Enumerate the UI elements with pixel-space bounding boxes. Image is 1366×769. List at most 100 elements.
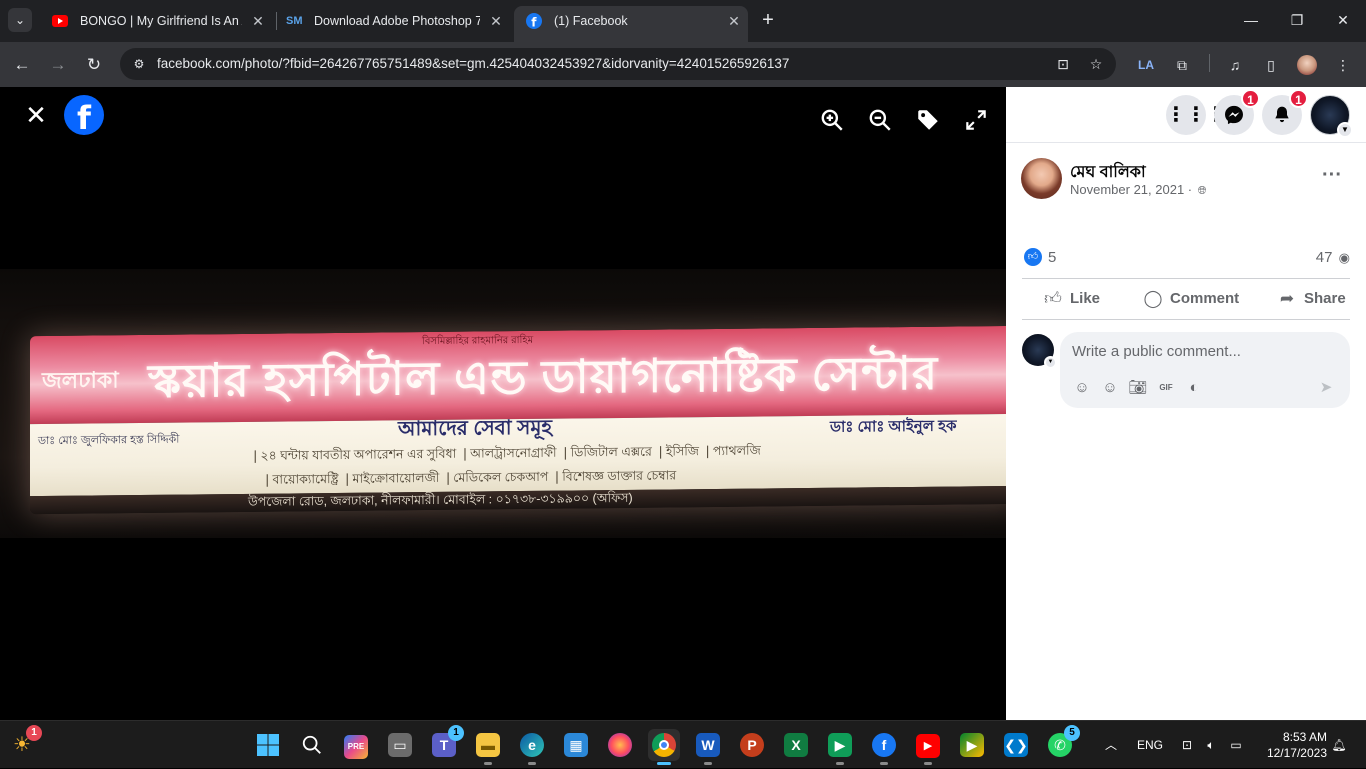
profile-avatar[interactable] — [1294, 52, 1320, 78]
excel-app[interactable]: X — [780, 729, 812, 761]
comment-input[interactable] — [1072, 340, 1332, 362]
forward-button[interactable]: → — [45, 52, 71, 78]
avatar-sticker-icon[interactable]: ☺ — [1072, 378, 1092, 398]
battery-icon[interactable]: ▭ — [1224, 721, 1248, 769]
volume-icon[interactable]: 🔈︎ — [1200, 721, 1222, 769]
comment-label: Comment — [1170, 290, 1240, 307]
post-date-text: November 21, 2021 · — [1070, 182, 1193, 197]
youtube-app[interactable]: ▶ — [912, 729, 944, 765]
side-panel-icon[interactable]: ▯ — [1258, 52, 1284, 78]
vscode-app[interactable]: ❮❯ — [1000, 729, 1032, 761]
clock-time: 8:53 AM — [1282, 730, 1327, 744]
tab-close-icon[interactable]: ✕ — [250, 6, 266, 36]
word-icon: W — [696, 733, 720, 757]
sign-address-text: উপজেলা রোড, জলঢাকা, নীলফামারী। মোবাইল : … — [248, 490, 633, 509]
network-icon[interactable]: ⊡ — [1176, 721, 1198, 769]
like-button[interactable]: 👍︎ Like — [1042, 279, 1100, 319]
thumbs-up-icon[interactable]: 👍︎ — [1024, 248, 1042, 266]
media-control-icon[interactable]: ♫ — [1222, 52, 1248, 78]
eye-icon: ◉ — [1338, 250, 1350, 265]
tab-close-icon[interactable]: ✕ — [488, 6, 504, 36]
word-app[interactable]: W — [692, 729, 724, 765]
url-text[interactable]: facebook.com/photo/?fbid=264267765751489… — [157, 48, 789, 80]
new-tab-button[interactable]: + — [758, 9, 778, 31]
tray-overflow-chevron[interactable]: ︿ — [1100, 721, 1122, 769]
arrow-left-icon: ← — [13, 55, 31, 74]
gif-icon[interactable]: GIF — [1156, 378, 1176, 398]
facebook-logo[interactable]: f — [64, 95, 104, 135]
author-avatar[interactable] — [1021, 158, 1062, 199]
zoom-out-icon[interactable] — [867, 107, 893, 133]
comment-button[interactable]: ◯ Comment — [1142, 279, 1239, 319]
restore-button[interactable]: ❐ — [1282, 8, 1312, 32]
teams-app[interactable]: T 1 — [428, 725, 464, 761]
tab-close-icon[interactable]: ✕ — [726, 6, 742, 36]
tab-photoshop[interactable]: SM Download Adobe Photoshop 7.0 ✕ — [274, 6, 510, 36]
tab-youtube[interactable]: BONGO | My Girlfriend Is An Ali ✕ — [40, 6, 272, 36]
meet-app[interactable]: ▶ — [824, 729, 856, 765]
language-indicator[interactable]: ENG — [1134, 721, 1166, 769]
bell-icon — [1275, 106, 1289, 123]
sticker-icon[interactable]: ◐ — [1184, 378, 1204, 398]
menu-grid-button[interactable]: ⋮⋮⋮ — [1166, 95, 1226, 135]
close-icon[interactable]: ✕ — [22, 101, 50, 129]
task-view-app[interactable]: ▭ — [384, 729, 416, 761]
reactions-count[interactable]: 5 — [1048, 249, 1056, 266]
hospital-signboard: বিসমিল্লাহির রাহমানির রাহিম জলঢাকা স্কয়… — [30, 325, 1006, 515]
window-close-button[interactable]: ✕ — [1328, 8, 1358, 32]
back-button[interactable]: ← — [9, 52, 35, 78]
whatsapp-app[interactable]: ✆ 5 — [1044, 725, 1080, 761]
weather-widget[interactable]: ☀ 1 — [6, 725, 42, 761]
minimize-button[interactable]: — — [1236, 8, 1266, 32]
fullscreen-icon[interactable] — [963, 107, 989, 133]
emoji-icon[interactable]: ☺ — [1100, 378, 1120, 398]
search-button[interactable] — [296, 729, 328, 761]
tab-facebook[interactable]: f (1) Facebook ✕ — [514, 6, 748, 42]
install-app-icon[interactable]: ⊡ — [1052, 53, 1074, 75]
file-explorer-app[interactable]: ▬ — [472, 729, 504, 765]
tab-search-button[interactable]: ⌄ — [8, 8, 32, 32]
globe-icon: 🌐︎ — [1197, 185, 1207, 197]
powerpoint-app[interactable]: P — [736, 729, 768, 761]
facebook-app[interactable]: f — [868, 729, 900, 765]
meet-app-2[interactable]: ▶ — [956, 729, 988, 761]
more-options-button[interactable]: ··· — [1318, 165, 1346, 193]
chrome-app[interactable] — [648, 729, 680, 765]
clock[interactable]: 8:53 AM 12/17/2023 — [1255, 729, 1327, 761]
facebook-icon: f — [872, 733, 896, 757]
tag-icon[interactable] — [915, 107, 941, 133]
sign-services-heading: আমাদের সেবা সমূহ — [398, 416, 552, 441]
copilot-app[interactable]: PRE — [340, 729, 372, 761]
notification-bell-icon[interactable]: 🔔︎ — [1328, 721, 1350, 769]
reload-icon: ↻ — [86, 55, 102, 74]
notifications-badge: 1 — [1289, 89, 1308, 108]
windows-icon — [257, 734, 279, 756]
messenger-button[interactable]: 1 — [1214, 89, 1260, 135]
share-button[interactable]: ➦ Share — [1276, 279, 1346, 319]
zoom-in-icon[interactable] — [819, 107, 845, 133]
running-indicator — [880, 762, 888, 765]
running-indicator — [484, 762, 492, 765]
post-timestamp[interactable]: November 21, 2021 · 🌐︎ — [1070, 182, 1207, 198]
start-button[interactable] — [252, 729, 284, 761]
video-call-icon: ▶ — [828, 733, 852, 757]
notifications-button[interactable]: 1 — [1262, 89, 1308, 135]
la-extension-icon[interactable]: LA — [1133, 52, 1159, 78]
send-icon[interactable]: ➤ — [1316, 378, 1336, 398]
share-label: Share — [1304, 290, 1346, 307]
copilot-icon: PRE — [344, 735, 368, 759]
reload-button[interactable]: ↻ — [81, 52, 107, 78]
star-icon[interactable]: ☆ — [1085, 53, 1107, 75]
svg-text:f: f — [531, 16, 537, 30]
account-avatar[interactable]: ▼ — [1310, 95, 1353, 138]
firefox-app[interactable] — [604, 729, 636, 761]
address-bar[interactable]: ⚙ facebook.com/photo/?fbid=2642677657514… — [120, 48, 1116, 80]
edge-app[interactable]: e — [516, 729, 548, 765]
camera-icon[interactable]: 📷︎ — [1128, 378, 1148, 398]
teams-badge: 1 — [448, 725, 464, 741]
tune-icon[interactable]: ⚙ — [128, 53, 150, 75]
kebab-menu-icon[interactable]: ⋮ — [1330, 52, 1356, 78]
commenter-avatar[interactable]: ▼ — [1022, 334, 1057, 369]
store-app[interactable]: ▦ — [560, 729, 592, 761]
puzzle-icon[interactable]: ⧉ — [1169, 52, 1195, 78]
